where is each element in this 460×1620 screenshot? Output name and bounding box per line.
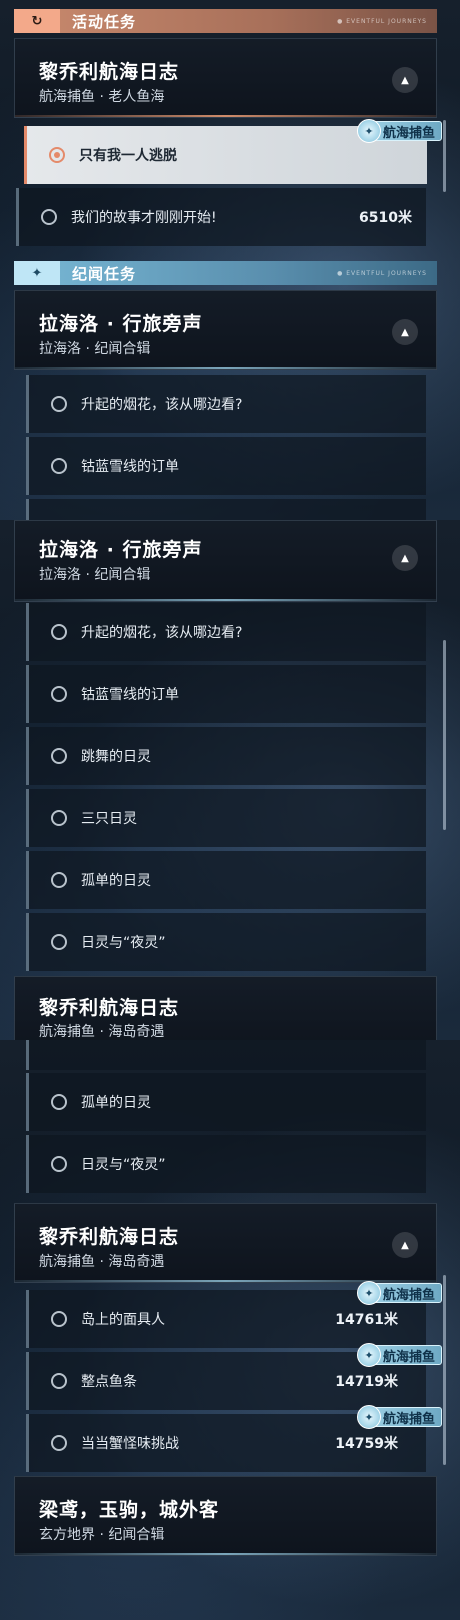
radio-icon	[51, 1311, 67, 1327]
badge-label: 航海捕鱼	[382, 1349, 435, 1365]
radio-icon	[51, 1435, 67, 1451]
item-distance: 14759米	[335, 1436, 398, 1452]
list-item[interactable]: 孤单的日灵	[26, 851, 426, 909]
item-distance: 14761米	[335, 1312, 398, 1328]
item-name: 跳舞的日灵	[81, 749, 151, 765]
tag-fishing: ✦ 航海捕鱼	[356, 1281, 442, 1305]
badge-label: 航海捕鱼	[382, 1287, 435, 1303]
quest-card[interactable]: 黎乔利航海日志 航海捕鱼 · 海岛奇遇	[14, 976, 437, 1040]
sparkle-icon: ✦	[14, 261, 60, 285]
item-distance: 6510米	[359, 210, 412, 226]
badge-label: 航海捕鱼	[382, 1411, 435, 1427]
quest-subtitle: 航海捕鱼 · 海岛奇遇	[39, 1254, 165, 1270]
radio-icon	[51, 624, 67, 640]
list-item[interactable]: 日灵与“夜灵”	[26, 1135, 426, 1193]
fish-icon: ✦	[356, 1281, 381, 1305]
item-name: 岛上的面具人	[81, 1312, 165, 1328]
quest-title: 梁鸢，玉驹，城外客	[39, 1499, 220, 1521]
scrollbar[interactable]	[443, 1275, 446, 1465]
chevron-up-icon[interactable]: ▲	[392, 1232, 418, 1258]
list-item[interactable]: 升起的烟花，该从哪边看?	[26, 603, 426, 661]
fish-icon: ✦	[356, 119, 381, 143]
quest-title: 拉海洛 · 行旅旁声	[39, 539, 203, 561]
item-name: 日灵与“夜灵”	[81, 935, 166, 951]
screenshot-panel-1: ↻ 活动任务 ● EVENTFUL JOURNEYS 黎乔利航海日志 航海捕鱼 …	[0, 0, 460, 520]
item-name: 升起的烟花，该从哪边看?	[81, 625, 243, 641]
quest-subtitle: 航海捕鱼 · 海岛奇遇	[39, 1024, 165, 1040]
radio-icon	[51, 458, 67, 474]
radio-icon	[51, 396, 67, 412]
quest-title: 拉海洛 · 行旅旁声	[39, 313, 203, 335]
category-title: 纪闻任务	[72, 264, 137, 283]
quest-subtitle: 航海捕鱼 · 老人鱼海	[39, 89, 165, 105]
list-item[interactable]: 我们的故事才刚刚开始! 6510米	[16, 188, 426, 246]
category-title: 活动任务	[72, 12, 137, 31]
screenshot-panel-2: 拉海洛 · 行旅旁声 拉海洛 · 纪闻合辑 ▲ 升起的烟花，该从哪边看? 钴蓝雪…	[0, 520, 460, 1040]
refresh-arrow-icon: ↻	[14, 9, 60, 33]
quest-card[interactable]: 拉海洛 · 行旅旁声 拉海洛 · 纪闻合辑 ▲	[14, 520, 437, 602]
list-item[interactable]: 升起的烟花，该从哪边看?	[26, 375, 426, 433]
category-header-chronicle[interactable]: ✦ 纪闻任务 ● EVENTFUL JOURNEYS	[14, 261, 437, 285]
list-item[interactable]: 钴蓝雪线的订单	[26, 437, 426, 495]
item-name: 三只日灵	[81, 811, 137, 827]
list-item[interactable]: 孤单的日灵	[26, 1073, 426, 1131]
tag-fishing: ✦ 航海捕鱼	[356, 1405, 442, 1429]
fish-icon: ✦	[356, 1405, 381, 1429]
quest-title: 黎乔利航海日志	[39, 61, 180, 83]
radio-icon	[41, 209, 57, 225]
radio-icon	[51, 810, 67, 826]
quest-subtitle: 玄方地界 · 纪闻合辑	[39, 1527, 165, 1543]
radio-icon	[51, 748, 67, 764]
chevron-up-icon[interactable]: ▲	[392, 67, 418, 93]
scrollbar[interactable]	[443, 120, 446, 192]
quest-title: 黎乔利航海日志	[39, 997, 180, 1019]
radio-icon	[51, 686, 67, 702]
item-distance: 14719米	[335, 1374, 398, 1390]
radio-icon	[51, 1373, 67, 1389]
radio-icon	[49, 147, 65, 163]
item-name: 钴蓝雪线的订单	[81, 459, 179, 475]
radio-icon	[51, 1094, 67, 1110]
screenshot-panel-3: 孤单的日灵 日灵与“夜灵” 黎乔利航海日志 航海捕鱼 · 海岛奇遇 ▲ 岛上的面…	[0, 1040, 460, 1620]
item-name: 当当蟹怪味挑战	[81, 1436, 179, 1452]
list-item[interactable]: 日灵与“夜灵”	[26, 913, 426, 971]
item-name: 只有我一人逃脱	[79, 148, 177, 164]
quest-card[interactable]: 黎乔利航海日志 航海捕鱼 · 老人鱼海 ▲	[14, 38, 437, 118]
quest-subtitle: 拉海洛 · 纪闻合辑	[39, 567, 151, 583]
list-item[interactable]	[26, 1040, 426, 1070]
item-name: 日灵与“夜灵”	[81, 1157, 166, 1173]
quest-title: 黎乔利航海日志	[39, 1226, 180, 1248]
radio-icon	[51, 1156, 67, 1172]
tag-fishing: ✦ 航海捕鱼	[356, 119, 442, 143]
quest-card[interactable]: 拉海洛 · 行旅旁声 拉海洛 · 纪闻合辑 ▲	[14, 290, 437, 370]
quest-card[interactable]: 梁鸢，玉驹，城外客 玄方地界 · 纪闻合辑	[14, 1476, 437, 1556]
category-tag: ● EVENTFUL JOURNEYS	[337, 17, 427, 25]
list-item[interactable]: 钴蓝雪线的订单	[26, 665, 426, 723]
item-name: 我们的故事才刚刚开始!	[71, 210, 217, 226]
badge-label: 航海捕鱼	[382, 125, 435, 141]
radio-icon	[51, 872, 67, 888]
list-item[interactable]	[26, 499, 426, 520]
list-item[interactable]: 三只日灵	[26, 789, 426, 847]
tag-fishing: ✦ 航海捕鱼	[356, 1343, 442, 1367]
fish-icon: ✦	[356, 1343, 381, 1367]
chevron-up-icon[interactable]: ▲	[392, 319, 418, 345]
category-tag: ● EVENTFUL JOURNEYS	[337, 269, 427, 277]
item-name: 整点鱼条	[81, 1374, 137, 1390]
quest-card[interactable]: 黎乔利航海日志 航海捕鱼 · 海岛奇遇 ▲	[14, 1203, 437, 1283]
category-header-activity[interactable]: ↻ 活动任务 ● EVENTFUL JOURNEYS	[14, 9, 437, 33]
item-name: 升起的烟花，该从哪边看?	[81, 397, 243, 413]
chevron-up-icon[interactable]: ▲	[392, 545, 418, 571]
item-name: 孤单的日灵	[81, 1095, 151, 1111]
list-item[interactable]: 跳舞的日灵	[26, 727, 426, 785]
radio-icon	[51, 934, 67, 950]
quest-subtitle: 拉海洛 · 纪闻合辑	[39, 341, 151, 357]
item-name: 钴蓝雪线的订单	[81, 687, 179, 703]
item-name: 孤单的日灵	[81, 873, 151, 889]
scrollbar[interactable]	[443, 640, 446, 830]
